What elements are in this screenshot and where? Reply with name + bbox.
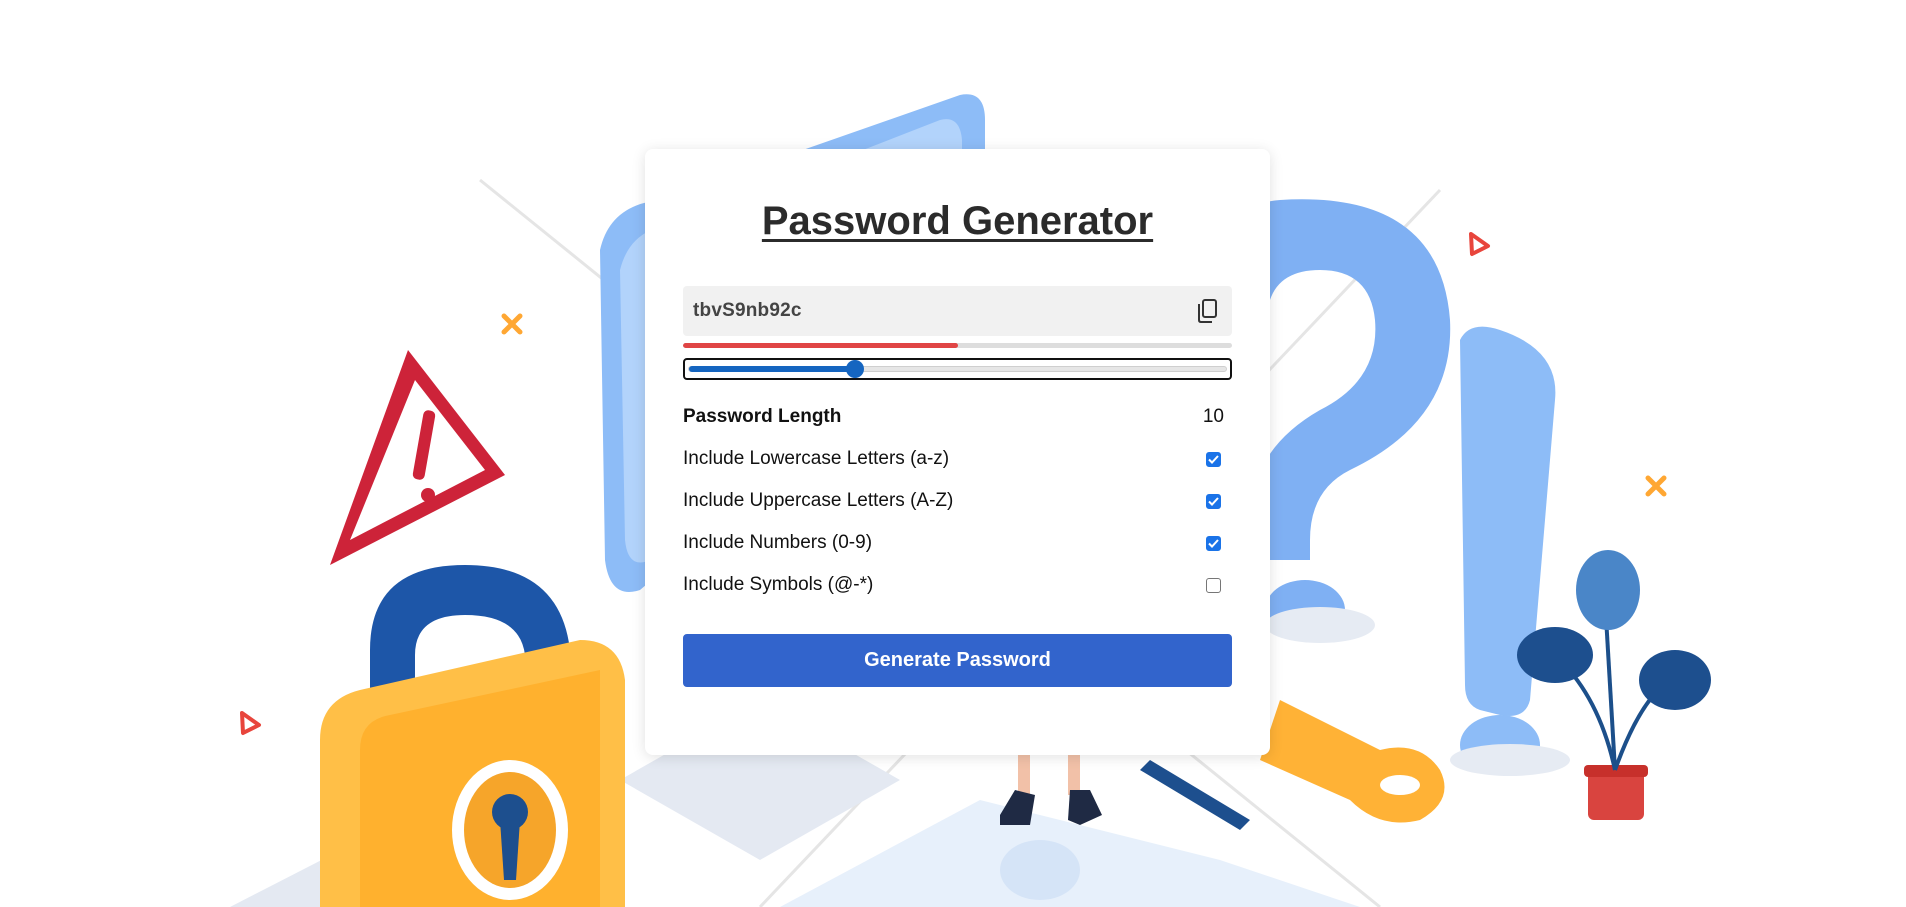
length-slider-thumb[interactable]: [846, 360, 865, 378]
option-uppercase-checkbox[interactable]: [1206, 493, 1221, 509]
password-output[interactable]: tbvS9nb92c: [693, 300, 802, 322]
strength-meter-fill: [683, 343, 958, 348]
length-slider-track[interactable]: [688, 366, 1227, 372]
copy-icon: [1198, 299, 1217, 323]
option-uppercase-label: Include Uppercase Letters (A-Z): [683, 490, 954, 511]
password-length-row: Password Length 10: [683, 396, 1232, 438]
option-symbols-label: Include Symbols (@-*): [683, 574, 874, 595]
option-numbers-checkbox[interactable]: [1206, 535, 1221, 551]
option-numbers-row[interactable]: Include Numbers (0-9): [683, 522, 1232, 564]
option-lowercase-checkbox[interactable]: [1206, 451, 1221, 467]
password-length-value: 10: [1202, 406, 1224, 427]
page-title: Password Generator: [761, 199, 1154, 243]
password-display: tbvS9nb92c: [683, 286, 1232, 336]
option-uppercase-row[interactable]: Include Uppercase Letters (A-Z): [683, 480, 1232, 522]
generate-password-button[interactable]: Generate Password: [683, 634, 1232, 687]
password-generator-card: Password Generator tbvS9nb92c Password L…: [645, 149, 1270, 755]
strength-meter: [683, 343, 1232, 348]
option-lowercase-label: Include Lowercase Letters (a-z): [683, 448, 950, 469]
length-slider-fill: [689, 366, 856, 372]
option-symbols-row[interactable]: Include Symbols (@-*): [683, 564, 1232, 606]
password-length-label: Password Length: [683, 406, 842, 427]
copy-button[interactable]: [1192, 296, 1222, 326]
page: Password Generator tbvS9nb92c Password L…: [0, 0, 1906, 907]
option-lowercase-row[interactable]: Include Lowercase Letters (a-z): [683, 438, 1232, 480]
length-slider[interactable]: [683, 358, 1232, 380]
option-symbols-checkbox[interactable]: [1206, 577, 1221, 593]
option-numbers-label: Include Numbers (0-9): [683, 532, 873, 553]
